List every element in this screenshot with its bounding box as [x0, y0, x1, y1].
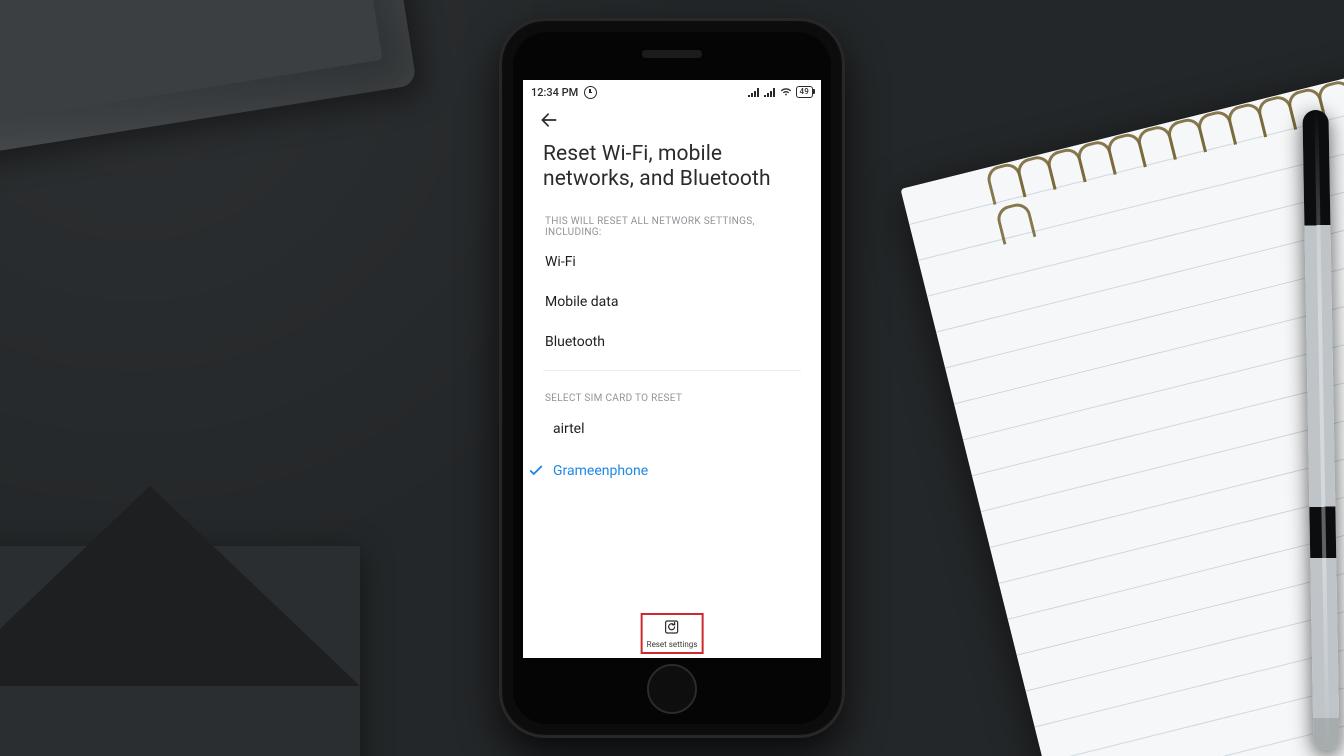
cellular-signal-icon-1 — [748, 87, 760, 97]
reset-item-mobile-data: Mobile data — [523, 282, 821, 322]
sim-label-grameenphone: Grameenphone — [553, 463, 648, 479]
phone-earpiece — [642, 50, 702, 58]
wifi-icon — [780, 88, 792, 96]
phone-home-button[interactable] — [647, 664, 697, 714]
back-button[interactable] — [523, 102, 583, 142]
alarm-icon — [584, 86, 597, 99]
phone-screen: 12:34 PM 49 — [523, 80, 821, 658]
laptop-decor — [0, 0, 417, 172]
reset-settings-label: Reset settings — [647, 640, 698, 650]
sim-label-airtel: airtel — [553, 421, 585, 437]
status-bar: 12:34 PM 49 — [523, 80, 821, 102]
reset-item-wifi: Wi-Fi — [523, 242, 821, 282]
reset-icon — [663, 618, 681, 640]
back-arrow-icon — [539, 110, 559, 134]
section-caption-sim: SELECT SIM CARD TO RESET — [523, 371, 821, 408]
status-time: 12:34 PM — [531, 86, 578, 99]
phone-bezel: 12:34 PM 49 — [513, 32, 831, 724]
section-caption-reset-list: THIS WILL RESET ALL NETWORK SETTINGS, IN… — [523, 206, 821, 242]
status-bar-right: 49 — [748, 86, 814, 98]
phone-frame: 12:34 PM 49 — [499, 18, 845, 738]
page-title: Reset Wi-Fi, mobile networks, and Blueto… — [523, 142, 821, 206]
battery-icon: 49 — [796, 86, 814, 98]
sim-option-grameenphone[interactable]: Grameenphone — [523, 450, 821, 492]
status-bar-left: 12:34 PM — [531, 86, 597, 99]
desk-background: 12:34 PM 49 — [0, 0, 1344, 756]
cellular-signal-icon-2 — [764, 87, 776, 97]
reset-item-bluetooth: Bluetooth — [523, 322, 821, 362]
battery-level: 49 — [800, 88, 810, 96]
check-icon — [527, 420, 545, 438]
check-icon — [527, 462, 545, 480]
app-content: Reset Wi-Fi, mobile networks, and Blueto… — [523, 102, 821, 658]
reset-settings-button[interactable]: Reset settings — [641, 613, 704, 654]
sim-option-airtel[interactable]: airtel — [523, 408, 821, 450]
